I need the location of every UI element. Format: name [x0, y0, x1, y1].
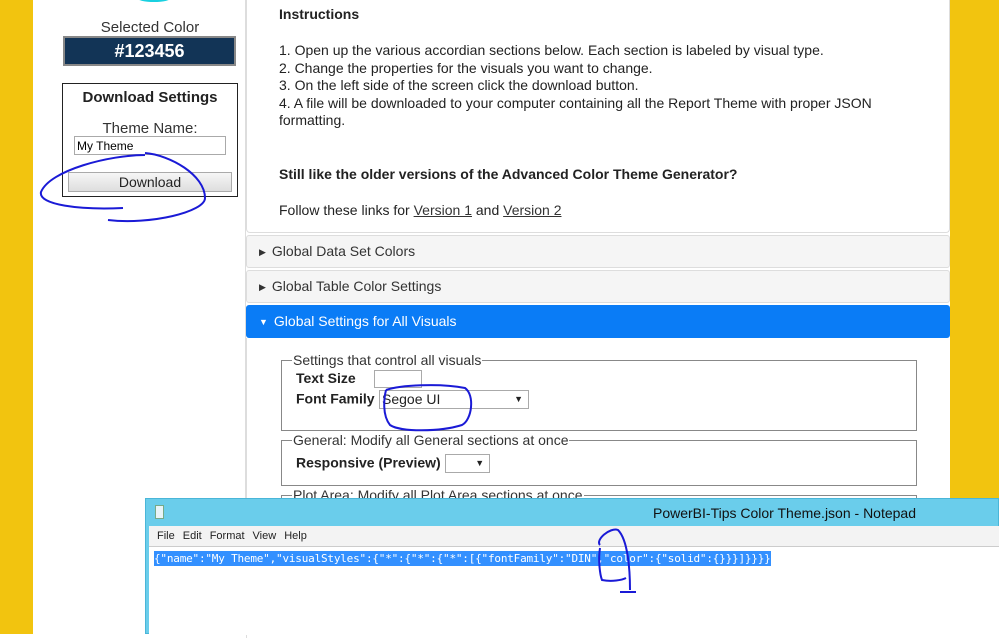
download-settings-box: Download Settings Theme Name: Download [62, 83, 238, 197]
fieldset-general: General: Modify all General sections at … [281, 432, 917, 486]
instruction-step: 1. Open up the various accordian section… [279, 42, 824, 58]
menu-view[interactable]: View [253, 530, 277, 542]
notepad-menubar: File Edit Format View Help [149, 526, 999, 546]
caret-right-icon: ▶ [259, 247, 266, 257]
font-family-value: Segoe UI [382, 391, 441, 408]
instruction-step: 2. Change the properties for the visuals… [279, 59, 653, 76]
notepad-title: PowerBI-Tips Color Theme.json - Notepad [653, 505, 916, 521]
notepad-json-content: {"name":"My Theme","visualStyles":{"*":{… [154, 551, 771, 566]
text-size-label: Text Size [296, 370, 356, 387]
theme-name-input[interactable] [74, 136, 226, 155]
download-settings-title: Download Settings [82, 89, 218, 106]
menu-help[interactable]: Help [284, 530, 307, 542]
selected-color-swatch: #123456 [63, 36, 236, 66]
menu-edit[interactable]: Edit [183, 530, 202, 542]
fieldset-legend: General: Modify all General sections at … [293, 432, 569, 448]
fieldset-all-visuals: Settings that control all visuals Text S… [281, 352, 917, 431]
notepad-icon [155, 505, 164, 519]
download-button[interactable]: Download [68, 172, 232, 192]
instructions-title: Instructions [279, 6, 360, 22]
links-prefix: Follow these links for [279, 201, 414, 218]
accordion-label: Global Table Color Settings [271, 278, 442, 294]
font-family-label: Font Family [296, 390, 375, 407]
text-size-input[interactable] [373, 370, 422, 388]
responsive-label: Responsive (Preview) [296, 454, 441, 471]
menu-format[interactable]: Format [210, 530, 245, 542]
version-1-link[interactable]: Version 1 [414, 202, 472, 218]
menu-file[interactable]: File [157, 530, 175, 542]
accordion-global-settings-all-visuals[interactable]: ▼ Global Settings for All Visuals [246, 305, 950, 338]
notepad-window: PowerBI-Tips Color Theme.json - Notepad … [145, 498, 999, 635]
notepad-text-area[interactable]: {"name":"My Theme","visualStyles":{"*":{… [149, 546, 999, 635]
theme-name-label: Theme Name: [102, 120, 198, 137]
accordion-global-table-color-settings[interactable]: ▶ Global Table Color Settings [246, 270, 950, 303]
dropdown-arrow-icon: ▼ [514, 394, 524, 405]
left-yellow-border [0, 0, 33, 634]
instruction-step: 4. A file will be downloaded to your com… [279, 94, 872, 129]
selected-color-label: Selected Color [100, 19, 200, 36]
accordion-global-data-set-colors[interactable]: ▶ Global Data Set Colors [246, 235, 950, 268]
notepad-titlebar[interactable]: PowerBI-Tips Color Theme.json - Notepad [146, 499, 998, 526]
caret-right-icon: ▶ [259, 282, 266, 292]
instruction-step: 3. On the left side of the screen click … [279, 77, 639, 93]
accordion-label: Global Data Set Colors [271, 243, 416, 259]
older-versions-heading: Still like the older versions of the Adv… [279, 165, 738, 182]
instructions-panel: Instructions 1. Open up the various acco… [246, 0, 950, 233]
fieldset-legend: Settings that control all visuals [293, 352, 482, 368]
version-2-link[interactable]: Version 2 [503, 202, 561, 218]
dropdown-arrow-icon: ▼ [475, 458, 485, 468]
accordion-label: Global Settings for All Visuals [273, 313, 457, 329]
font-family-select[interactable]: Segoe UI ▼ [379, 390, 530, 410]
caret-down-icon: ▼ [259, 317, 268, 327]
links-mid: and [471, 201, 504, 218]
responsive-select[interactable]: ▼ [445, 454, 491, 473]
